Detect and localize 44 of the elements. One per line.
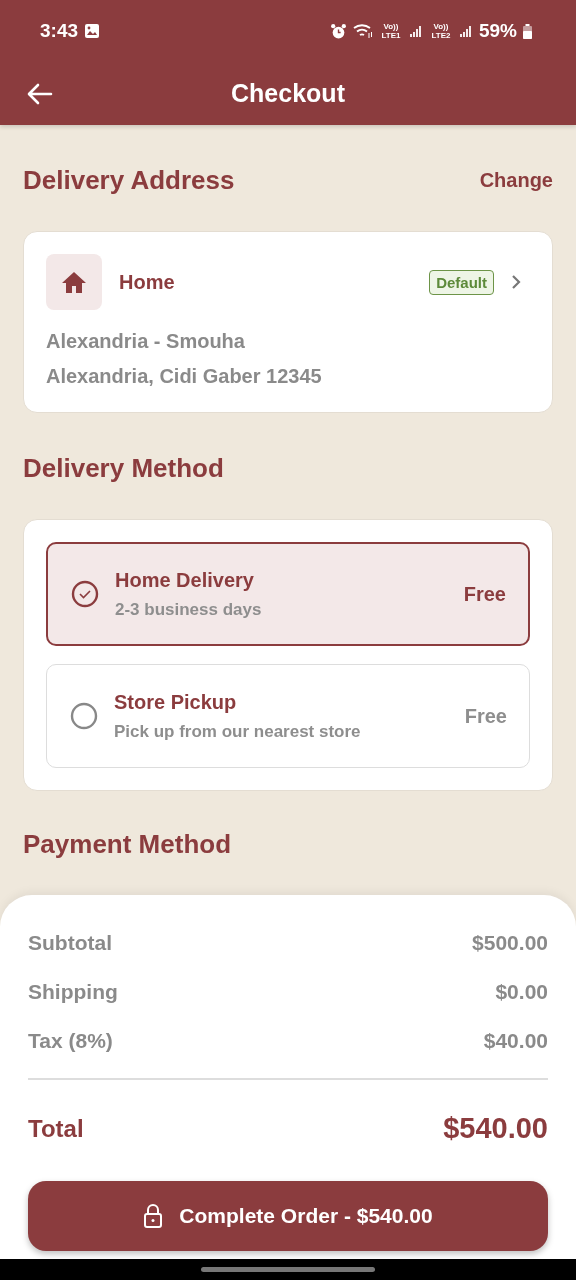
- home-icon: [46, 254, 102, 310]
- lock-icon: [143, 1204, 164, 1228]
- status-time: 3:43: [40, 20, 79, 42]
- section-title: Payment Method: [23, 829, 232, 860]
- summary-label: Subtotal: [28, 931, 112, 956]
- signal-icon: [408, 24, 423, 38]
- total-value: $540.00: [443, 1112, 548, 1145]
- address-line: Alexandria - Smouha: [46, 330, 246, 353]
- change-link[interactable]: Change: [479, 169, 553, 192]
- page-title: Checkout: [231, 79, 345, 108]
- chevron-right-icon: [510, 274, 522, 290]
- summary-value: $40.00: [483, 1029, 548, 1054]
- wifi-icon: [352, 23, 373, 39]
- delivery-option[interactable]: Home Delivery 2-3 business days Free: [46, 542, 530, 646]
- complete-order-button[interactable]: Complete Order - $540.00: [28, 1181, 548, 1251]
- radio-icon: [70, 702, 98, 730]
- network-label: Vo)) LTE2: [430, 22, 452, 40]
- checked-radio-icon: [71, 580, 99, 608]
- option-detail: Pick up from our nearest store: [114, 721, 362, 742]
- gesture-handle[interactable]: [201, 1267, 375, 1272]
- option-detail: 2-3 business days: [115, 599, 263, 620]
- section-title: Delivery Method: [23, 453, 224, 484]
- network-label: Vo)) LTE1: [380, 22, 402, 40]
- address-line: Alexandria, Cidi Gaber 12345: [46, 365, 323, 388]
- section-title: Delivery Address: [23, 165, 235, 196]
- delivery-option[interactable]: Store Pickup Pick up from our nearest store Free: [46, 664, 530, 768]
- back-arrow-icon[interactable]: [27, 83, 53, 105]
- default-badge: Default: [429, 269, 494, 295]
- option-name: Store Pickup: [114, 690, 238, 714]
- signal-icon: [458, 24, 473, 38]
- option-price: Free: [463, 582, 506, 606]
- summary-value: $0.00: [495, 980, 548, 1005]
- battery-level: 59%: [478, 20, 517, 42]
- battery-icon: [523, 23, 532, 39]
- summary-value: $500.00: [472, 931, 548, 956]
- address-label: Home: [119, 270, 175, 294]
- alarm-icon: [329, 22, 347, 40]
- image-icon: [84, 23, 101, 39]
- summary-label: Shipping: [28, 980, 118, 1005]
- option-price: Free: [464, 704, 507, 728]
- address-card[interactable]: Home Default Alexandria - Smouha Alexandria, Cidi Gaber 12345: [23, 231, 553, 413]
- summary-label: Tax (8%): [28, 1029, 113, 1054]
- total-label: Total: [28, 1114, 84, 1143]
- option-name: Home Delivery: [115, 568, 255, 592]
